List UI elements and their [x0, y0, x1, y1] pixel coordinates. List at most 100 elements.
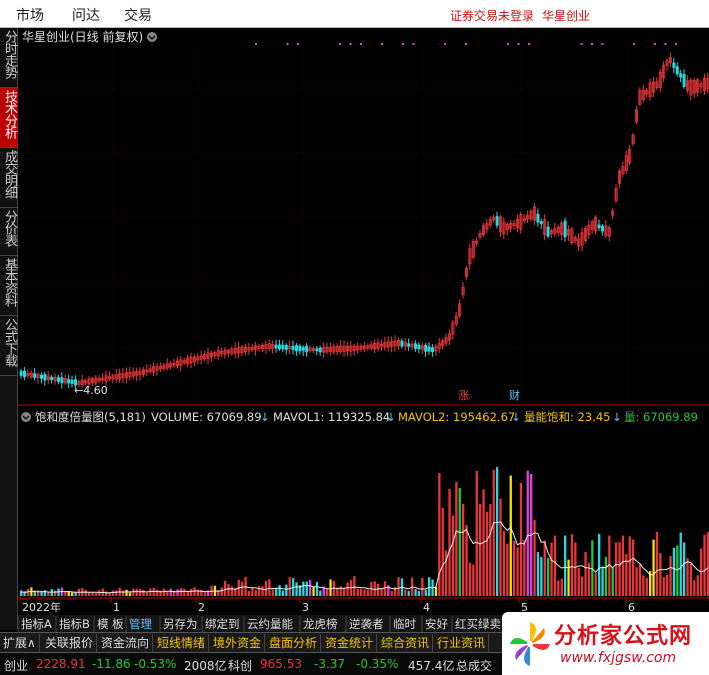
tab-market-analysis[interactable]: 盘面分析	[266, 634, 322, 652]
volume-bar	[74, 592, 77, 596]
indicator-toolbar-tab[interactable]: 临时	[393, 617, 416, 631]
candle-body	[284, 344, 288, 350]
volume-bar	[88, 592, 91, 596]
volume-bar	[635, 567, 638, 596]
cy-name[interactable]: 创业	[4, 657, 28, 674]
kc-name[interactable]: 科创	[228, 657, 252, 674]
candle-body	[495, 216, 499, 226]
signal-dot	[528, 43, 530, 45]
volume-bar	[492, 469, 495, 596]
volume-bar	[451, 515, 455, 596]
signal-dot	[517, 43, 520, 45]
tab-formula-download[interactable]: 公式下载	[0, 316, 18, 376]
volume-bar	[261, 586, 264, 596]
volume-bar	[686, 558, 689, 596]
volume-bar	[502, 531, 506, 596]
tab-trade-details[interactable]: 成交明细	[0, 148, 18, 208]
signal-dot	[601, 43, 604, 45]
account-name[interactable]: 华星创业	[542, 7, 590, 24]
indicator-toolbar-tab[interactable]: 指标B	[59, 617, 90, 631]
total-turnover-label[interactable]: 总成交	[456, 657, 492, 674]
indicator-toolbar-tab[interactable]: 红买绿卖	[455, 617, 501, 631]
volume-bar	[162, 588, 166, 596]
candle-body	[536, 213, 540, 223]
volume-bar	[536, 552, 540, 596]
login-status[interactable]: 证券交易未登录	[450, 7, 534, 24]
volume-bar	[94, 592, 98, 596]
volume-bar	[281, 590, 285, 596]
volume-bar	[594, 573, 597, 596]
tab-basic-info[interactable]: 基本资料	[0, 256, 18, 316]
arrow-mavol1: ↓	[386, 410, 396, 424]
volume-bar	[485, 511, 489, 596]
volume-bar	[632, 539, 635, 596]
tab-general-news[interactable]: 综合资讯	[378, 634, 434, 652]
tab-intraday[interactable]: 分时走势	[0, 28, 18, 88]
volume-bar	[275, 587, 278, 596]
volume-bar	[37, 590, 40, 596]
signal-dot	[654, 43, 656, 45]
tab-technical-analysis[interactable]: 技术分析	[0, 88, 18, 148]
volume-bar	[496, 467, 499, 596]
kc-amount: 457.4亿	[408, 659, 455, 673]
volume-bar	[683, 542, 686, 596]
volume-bar	[703, 534, 706, 596]
indicator-liang: 量: 67069.89	[624, 410, 698, 424]
indicator-toolbar-tab[interactable]: 云约量能	[247, 617, 293, 631]
tab-fund-stats[interactable]: 资金统计	[322, 634, 378, 652]
volume-bar	[309, 579, 312, 596]
signal-dot	[297, 43, 299, 45]
volume-bar	[424, 589, 427, 596]
menu-trade[interactable]: 交易	[124, 5, 152, 25]
volume-bar	[574, 542, 577, 596]
x-axis-label: 2022年	[22, 600, 61, 614]
indicator-toolbar-tab[interactable]: 龙虎榜	[303, 617, 338, 631]
candle-body	[318, 347, 322, 353]
kline-chart[interactable]: 华星创业(日线 前复权) ←4.60 涨 财 饱和度倍量图(5,181) VOL…	[18, 28, 709, 632]
indicator-toolbar-tab[interactable]: 另存为	[163, 617, 198, 631]
volume-bar	[122, 590, 125, 596]
volume-bar	[176, 589, 179, 596]
volume-bar	[251, 587, 254, 596]
indicator-toolbar-tab[interactable]: 模 板	[97, 617, 124, 631]
cy-value: 2228.91	[36, 657, 86, 671]
volume-bar	[139, 589, 142, 596]
volume-bar	[659, 553, 662, 596]
indicator-toolbar-tab[interactable]: 绑定到	[205, 617, 240, 631]
volume-bar	[621, 535, 625, 596]
arrow-volume: ↓	[260, 410, 270, 424]
indicator-toolbar-tab[interactable]: 逆袭者	[349, 617, 384, 631]
tab-price-table[interactable]: 分价表	[0, 208, 18, 256]
tab-short-sentiment[interactable]: 短线情绪	[154, 634, 210, 652]
tab-foreign-fund[interactable]: 境外资金	[210, 634, 266, 652]
candle-body	[23, 370, 27, 378]
indicator-name: 饱和度倍量图(5,181)	[35, 410, 146, 424]
rise-marker[interactable]: 涨	[458, 389, 469, 402]
volume-bar	[258, 586, 261, 596]
menu-ask[interactable]: 问达	[72, 5, 100, 25]
title-dropdown-icon[interactable]	[147, 32, 157, 42]
volume-bar	[499, 498, 502, 596]
signal-dot	[664, 43, 667, 45]
finance-marker[interactable]: 财	[509, 388, 520, 402]
tab-fund-flow[interactable]: 资金流向	[98, 634, 154, 652]
volume-bar	[567, 559, 570, 596]
candle-body	[682, 74, 686, 87]
candle-body	[400, 340, 404, 347]
candle-body	[39, 374, 43, 379]
volume-bar	[475, 470, 478, 596]
x-axis-label: 3	[302, 601, 309, 614]
volume-bar	[156, 589, 159, 596]
indicator-toolbar-tab[interactable]: 管理	[129, 617, 152, 631]
indicator-dropdown-icon[interactable]	[21, 412, 31, 422]
volume-bar	[676, 545, 679, 596]
tab-expand[interactable]: 扩展∧	[0, 634, 40, 652]
candle-body	[291, 345, 295, 351]
menu-market[interactable]: 市场	[16, 5, 44, 25]
signal-dot	[507, 43, 509, 45]
tab-related-quotes[interactable]: 关联报价	[42, 634, 98, 652]
indicator-toolbar-tab[interactable]: 指标A	[21, 617, 52, 631]
indicator-toolbar-tab[interactable]: 安好	[425, 617, 448, 631]
tab-industry-news[interactable]: 行业资讯	[434, 634, 490, 652]
signal-dot	[633, 43, 635, 45]
